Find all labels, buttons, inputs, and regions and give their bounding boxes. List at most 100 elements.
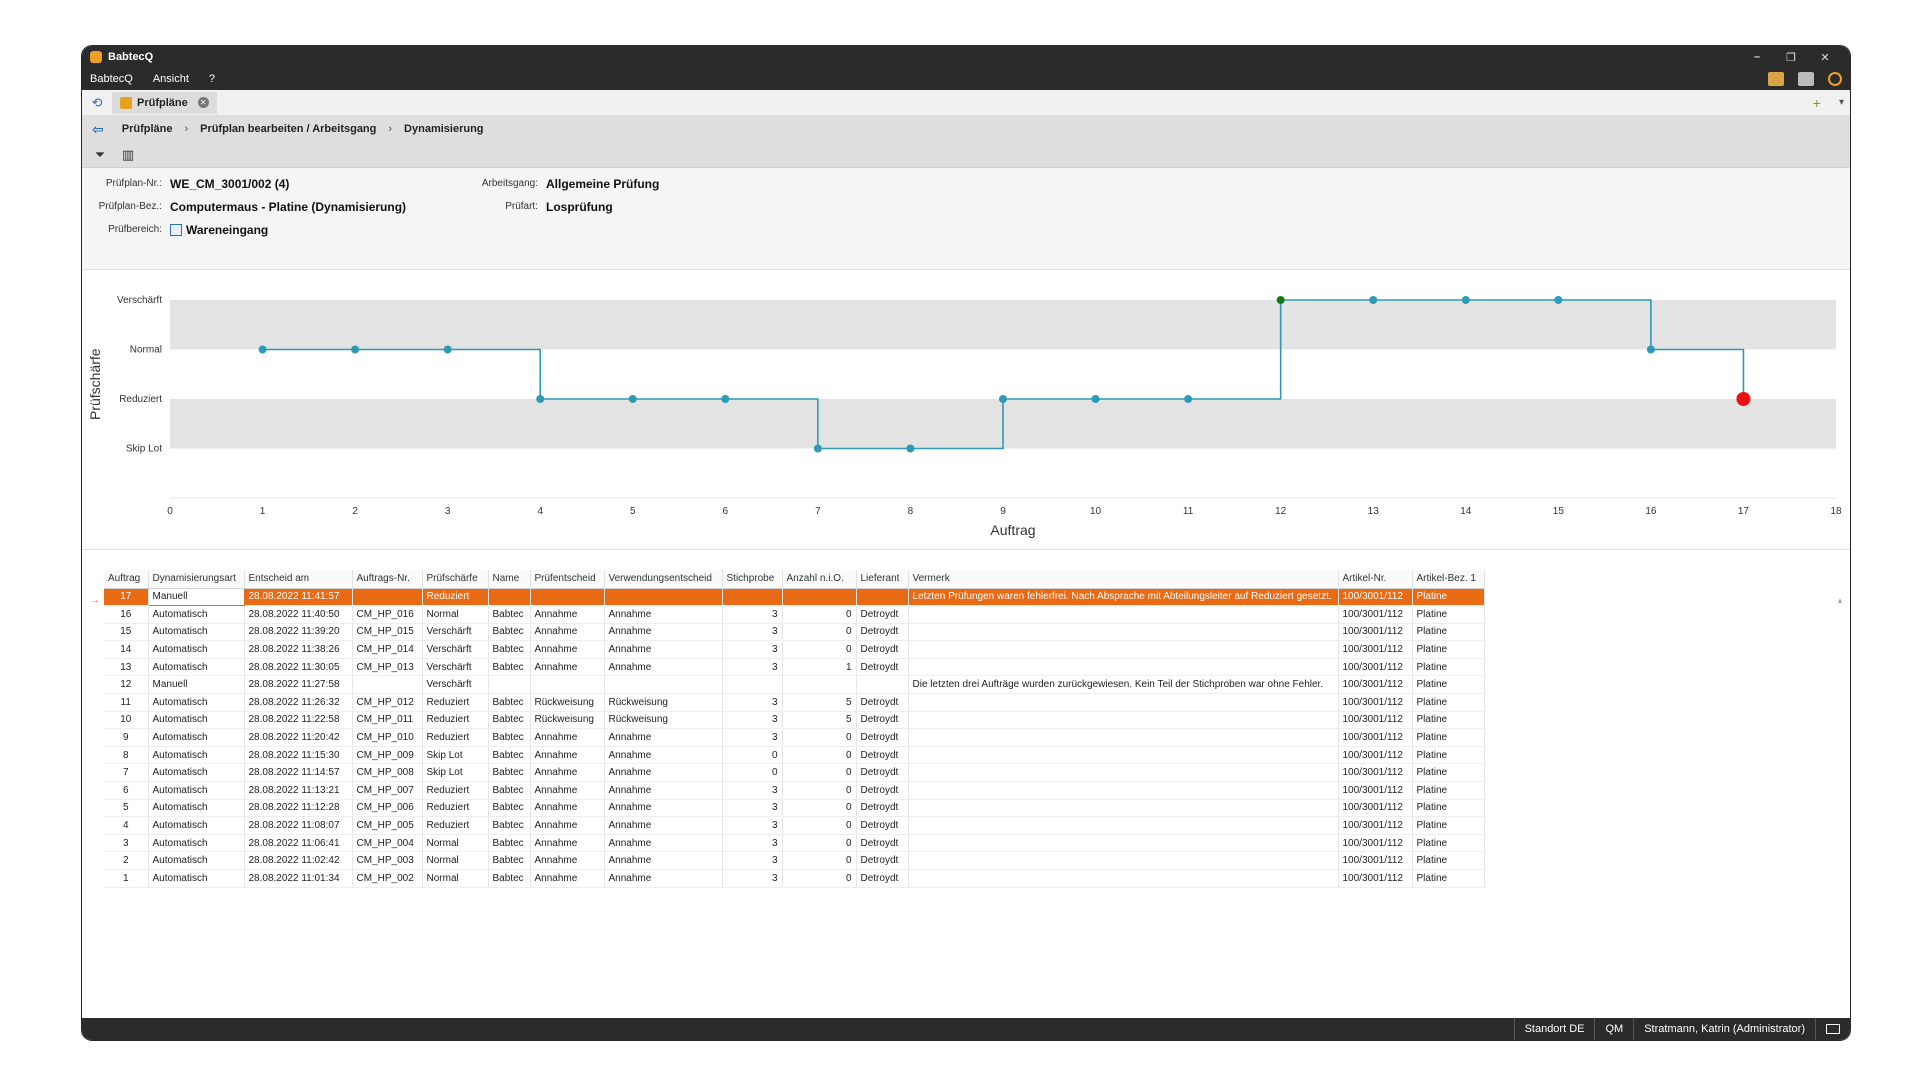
table-cell[interactable]: Reduziert <box>422 799 489 818</box>
table-cell[interactable]: 0 <box>782 605 857 624</box>
table-cell[interactable]: Babtec <box>488 728 531 747</box>
table-cell[interactable]: 2 <box>104 851 149 870</box>
table-cell[interactable]: 100/3001/112 <box>1338 640 1413 659</box>
users-icon[interactable] <box>1768 72 1784 86</box>
table-cell[interactable]: Annahme <box>604 781 723 800</box>
status-mail[interactable] <box>1815 1018 1850 1040</box>
status-module[interactable]: QM <box>1594 1018 1633 1040</box>
table-cell[interactable]: 0 <box>782 834 857 853</box>
table-cell[interactable]: Babtec <box>488 658 531 677</box>
table-cell[interactable] <box>782 588 857 607</box>
table-cell[interactable]: 3 <box>722 834 783 853</box>
table-cell[interactable]: 0 <box>722 746 783 765</box>
table-row[interactable]: 15 Automatisch 28.08.2022 11:39:20 CM_HP_01… <box>104 623 1485 642</box>
table-cell[interactable]: 28.08.2022 11:39:20 <box>244 623 353 642</box>
chevron-down-icon[interactable]: ▾ <box>1839 97 1844 108</box>
table-cell[interactable]: Detroydt <box>856 869 909 888</box>
table-cell[interactable]: Annahme <box>604 605 723 624</box>
table-cell[interactable]: Rückweisung <box>604 693 723 712</box>
table-cell[interactable]: 100/3001/112 <box>1338 588 1413 607</box>
table-cell[interactable]: Manuell <box>148 675 245 695</box>
table-cell[interactable] <box>352 588 423 607</box>
table-cell[interactable]: 28.08.2022 11:06:41 <box>244 834 353 853</box>
table-cell[interactable]: Automatisch <box>148 658 245 677</box>
table-cell[interactable] <box>856 588 909 607</box>
table-row[interactable]: 16 Automatisch 28.08.2022 11:40:50 CM_HP_01… <box>104 605 1485 624</box>
table-cell[interactable]: 28.08.2022 11:40:50 <box>244 605 353 624</box>
table-cell[interactable]: 28.08.2022 11:13:21 <box>244 781 353 800</box>
table-cell[interactable]: Platine <box>1412 623 1485 642</box>
table-cell[interactable]: Platine <box>1412 728 1485 747</box>
table-cell[interactable]: 3 <box>722 605 783 624</box>
table-cell[interactable]: 100/3001/112 <box>1338 763 1413 783</box>
table-cell[interactable]: Reduziert <box>422 816 489 835</box>
home-icon[interactable]: ⟲ <box>88 94 106 112</box>
table-cell[interactable]: Annahme <box>604 746 723 765</box>
table-cell[interactable]: Detroydt <box>856 693 909 712</box>
table-cell[interactable]: 0 <box>782 781 857 800</box>
table-cell[interactable]: 10 <box>104 711 149 730</box>
table-cell[interactable]: Skip Lot <box>422 746 489 765</box>
table-cell[interactable]: Annahme <box>530 816 605 835</box>
column-header[interactable]: Artikel-Bez. 1 <box>1412 570 1485 589</box>
table-cell[interactable]: 16 <box>104 605 149 624</box>
table-cell[interactable] <box>908 763 1339 783</box>
breadcrumb-item-pruefplaene[interactable]: Prüfpläne <box>122 123 173 135</box>
table-cell[interactable]: 1 <box>104 869 149 888</box>
menu-babtecq[interactable]: BabtecQ <box>90 73 133 85</box>
table-row[interactable]: 7 Automatisch 28.08.2022 11:14:57 CM_HP_008… <box>104 763 1485 783</box>
table-cell[interactable]: Annahme <box>530 763 605 783</box>
restore-button[interactable]: ❐ <box>1774 51 1808 64</box>
table-row[interactable]: 17 Manuell 28.08.2022 11:41:57 Reduziert Let… <box>104 587 1485 607</box>
arrow-left-icon[interactable]: ⇦ <box>92 121 104 138</box>
table-cell[interactable]: Reduziert <box>422 588 489 607</box>
table-row[interactable]: 2 Automatisch 28.08.2022 11:02:42 CM_HP_003… <box>104 851 1485 870</box>
table-cell[interactable] <box>604 675 723 695</box>
table-cell[interactable]: Annahme <box>530 851 605 870</box>
table-cell[interactable]: 9 <box>104 728 149 747</box>
table-cell[interactable] <box>722 675 783 695</box>
table-cell[interactable]: Babtec <box>488 851 531 870</box>
table-cell[interactable]: Rückweisung <box>530 711 605 730</box>
table-cell[interactable]: Automatisch <box>148 693 245 712</box>
table-cell[interactable]: Platine <box>1412 640 1485 659</box>
column-header[interactable]: Anzahl n.i.O. <box>782 570 857 589</box>
table-cell[interactable]: 1 <box>782 658 857 677</box>
table-cell[interactable]: Annahme <box>604 869 723 888</box>
table-cell[interactable]: Babtec <box>488 693 531 712</box>
refresh-status-icon[interactable] <box>1828 72 1842 86</box>
table-cell[interactable]: 100/3001/112 <box>1338 851 1413 870</box>
column-header[interactable]: Dynamisierungsart <box>148 570 245 589</box>
table-cell[interactable]: Automatisch <box>148 799 245 818</box>
table-row[interactable]: 11 Automatisch 28.08.2022 11:26:32 CM_HP_01… <box>104 693 1485 712</box>
table-cell[interactable]: Normal <box>422 605 489 624</box>
table-cell[interactable] <box>908 711 1339 730</box>
table-cell[interactable]: Annahme <box>530 658 605 677</box>
column-header[interactable]: Entscheid am <box>244 570 353 589</box>
table-cell[interactable]: Normal <box>422 834 489 853</box>
table-cell[interactable]: 3 <box>722 728 783 747</box>
table-cell[interactable]: 3 <box>722 851 783 870</box>
table-cell[interactable]: Platine <box>1412 763 1485 783</box>
table-cell[interactable] <box>908 834 1339 853</box>
table-cell[interactable]: Die letzten drei Aufträge wurden zurückg… <box>908 675 1339 695</box>
column-header[interactable]: Verwendungsentscheid <box>604 570 723 589</box>
table-cell[interactable] <box>856 675 909 695</box>
table-cell[interactable]: 28.08.2022 11:26:32 <box>244 693 353 712</box>
table-cell[interactable] <box>488 675 531 695</box>
table-cell[interactable]: Babtec <box>488 781 531 800</box>
table-cell[interactable]: Detroydt <box>856 640 909 659</box>
table-cell[interactable]: Automatisch <box>148 781 245 800</box>
table-cell[interactable] <box>908 851 1339 870</box>
table-cell[interactable]: 3 <box>722 623 783 642</box>
table-cell[interactable]: CM_HP_012 <box>352 693 423 712</box>
table-cell[interactable]: Automatisch <box>148 711 245 730</box>
table-cell[interactable]: Babtec <box>488 799 531 818</box>
table-cell[interactable]: Babtec <box>488 605 531 624</box>
table-cell[interactable]: 100/3001/112 <box>1338 675 1413 695</box>
table-cell[interactable]: Manuell <box>147 587 245 607</box>
breadcrumb-item-dynamisierung[interactable]: Dynamisierung <box>404 123 483 135</box>
table-cell[interactable]: 3 <box>722 711 783 730</box>
table-cell[interactable]: 100/3001/112 <box>1338 746 1413 765</box>
table-cell[interactable]: 28.08.2022 11:12:28 <box>244 799 353 818</box>
